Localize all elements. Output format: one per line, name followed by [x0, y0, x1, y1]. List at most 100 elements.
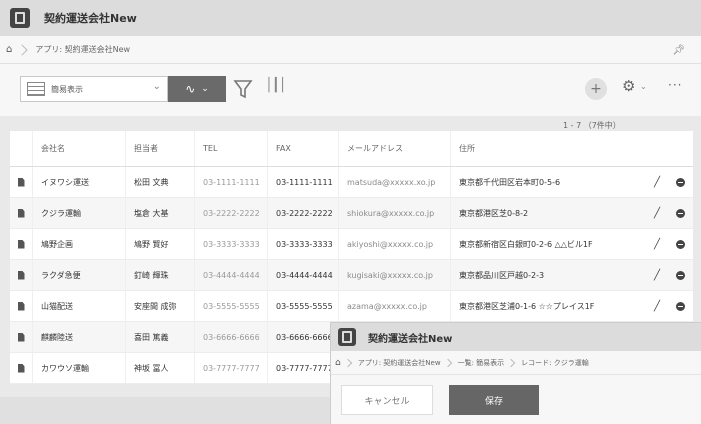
record-breadcrumb: ⌂ アプリ: 契約運送会社New 一覧: 簡易表示 レコード: クジラ運輸 — [331, 351, 701, 375]
record-window-header: 契約運送会社New — [331, 323, 701, 351]
tel-cell: 03-7777-7777 — [194, 353, 267, 383]
column-header[interactable]: 会社名 — [32, 131, 125, 166]
delete-icon[interactable] — [676, 270, 685, 280]
chevron-right-icon — [506, 358, 516, 367]
fax-cell: 03-1111-1111 — [267, 167, 338, 197]
person-cell: 塩倉 大基 — [125, 198, 194, 228]
fax-cell: 03-7777-7777 — [267, 353, 338, 383]
pin-icon[interactable]: 📌︎ — [672, 45, 685, 56]
address-cell: 東京都港区芝0-8-2 — [450, 198, 646, 228]
chevron-right-icon — [343, 358, 352, 367]
bar-chart-icon[interactable]: │┃│ — [265, 78, 287, 93]
chevron-down-icon[interactable]: ⌄ — [640, 82, 647, 91]
fax-cell: 03-3333-3333 — [267, 229, 338, 259]
person-cell: 松田 文典 — [125, 167, 194, 197]
breadcrumb: ⌂ アプリ: 契約運送会社New 📌︎ — [0, 36, 701, 64]
document-icon[interactable] — [17, 270, 25, 280]
fax-cell: 03-5555-5555 — [267, 291, 338, 321]
delete-icon[interactable] — [676, 301, 685, 311]
edit-icon[interactable]: ╱ — [654, 301, 660, 312]
edit-icon[interactable]: ╱ — [654, 177, 660, 188]
breadcrumb-view[interactable]: 一覧: 簡易表示 — [458, 358, 505, 368]
person-cell: 鳩野 賢好 — [125, 229, 194, 259]
record-detail-icon-cell[interactable] — [10, 353, 32, 383]
edit-icon[interactable]: ╱ — [654, 208, 660, 219]
row-actions: ╱ — [646, 291, 693, 321]
address-cell: 東京都品川区戸越0-2-3 — [450, 260, 646, 290]
record-detail-icon-cell[interactable] — [10, 291, 32, 321]
tel-cell: 03-5555-5555 — [194, 291, 267, 321]
column-header[interactable]: メールアドレス — [338, 131, 450, 166]
graph-icon: ∿ — [185, 82, 196, 96]
fax-cell: 03-6666-6666 — [267, 322, 338, 352]
view-selector-label: 簡易表示 — [51, 84, 83, 94]
more-options-icon[interactable]: ··· — [668, 78, 682, 92]
company-cell: 鳩野企画 — [32, 229, 125, 259]
address-cell: 東京都千代田区岩本町0-5-6 — [450, 167, 646, 197]
delete-icon[interactable] — [676, 208, 685, 218]
filter-icon[interactable] — [233, 78, 253, 100]
email-cell: akiyoshi@xxxxx.co.jp — [338, 229, 450, 259]
row-actions: ╱ — [646, 260, 693, 290]
column-header[interactable]: FAX — [267, 131, 338, 166]
column-header[interactable]: 住所 — [450, 131, 646, 166]
header-spacer — [10, 131, 32, 166]
table-row[interactable]: イヌワシ運送 松田 文典 03-1111-1111 03-1111-1111 matsu… — [10, 167, 693, 198]
document-icon[interactable] — [17, 332, 25, 342]
breadcrumb-app[interactable]: アプリ: 契約運送会社New — [35, 44, 130, 55]
table-view-icon — [27, 82, 45, 96]
tel-cell: 03-1111-1111 — [194, 167, 267, 197]
record-window-title: 契約運送会社New — [368, 333, 453, 345]
document-icon[interactable] — [17, 208, 25, 218]
document-icon[interactable] — [17, 301, 25, 311]
table-row[interactable]: ラクダ急便 釘崎 輝珠 03-4444-4444 03-4444-4444 kugisa… — [10, 260, 693, 291]
add-record-button[interactable]: + — [585, 78, 607, 100]
company-cell: クジラ運輸 — [32, 198, 125, 228]
breadcrumb-app[interactable]: アプリ: 契約運送会社New — [358, 358, 441, 368]
email-cell: kugisaki@xxxxx.co.jp — [338, 260, 450, 290]
edit-icon[interactable]: ╱ — [654, 239, 660, 250]
record-detail-icon-cell[interactable] — [10, 229, 32, 259]
table-row[interactable]: 鳩野企画 鳩野 賢好 03-3333-3333 03-3333-3333 akiyosh… — [10, 229, 693, 260]
gear-icon[interactable]: ⚙ — [622, 77, 635, 95]
save-button[interactable]: 保存 — [449, 385, 539, 415]
chevron-right-icon — [16, 43, 29, 56]
graph-menu-button[interactable]: ∿ ⌄ — [168, 76, 226, 102]
view-selector[interactable]: 簡易表示 ⌄ — [20, 76, 168, 102]
record-detail-icon-cell[interactable] — [10, 167, 32, 197]
table-row[interactable]: 山猫配送 安座間 成弥 03-5555-5555 03-5555-5555 azama@… — [10, 291, 693, 322]
document-icon[interactable] — [17, 177, 25, 187]
chevron-down-icon: ⌄ — [152, 81, 161, 92]
plus-icon: + — [590, 81, 602, 97]
row-actions: ╱ — [646, 198, 693, 228]
app-header: 契約運送会社New — [0, 0, 701, 36]
column-header[interactable]: 担当者 — [125, 131, 194, 166]
header-spacer — [646, 131, 693, 166]
address-cell: 東京都港区芝浦0-1-6 ☆☆プレイス1F — [450, 291, 646, 321]
record-detail-icon-cell[interactable] — [10, 198, 32, 228]
delete-icon[interactable] — [676, 177, 685, 187]
home-icon[interactable]: ⌂ — [335, 358, 341, 368]
record-edit-window: 契約運送会社New ⌂ アプリ: 契約運送会社New 一覧: 簡易表示 レコード… — [330, 322, 701, 424]
delete-icon[interactable] — [676, 239, 685, 249]
table-row[interactable]: クジラ運輸 塩倉 大基 03-2222-2222 03-2222-2222 shioku… — [10, 198, 693, 229]
fax-cell: 03-2222-2222 — [267, 198, 338, 228]
edit-icon[interactable]: ╱ — [654, 270, 660, 281]
company-cell: ラクダ急便 — [32, 260, 125, 290]
home-icon[interactable]: ⌂ — [6, 44, 12, 55]
column-header[interactable]: TEL — [194, 131, 267, 166]
email-cell: shiokura@xxxxx.co.jp — [338, 198, 450, 228]
document-icon[interactable] — [17, 239, 25, 249]
person-cell: 釘崎 輝珠 — [125, 260, 194, 290]
record-detail-icon-cell[interactable] — [10, 322, 32, 352]
document-icon[interactable] — [17, 363, 25, 373]
app-icon — [338, 328, 356, 346]
tel-cell: 03-3333-3333 — [194, 229, 267, 259]
app-icon — [10, 8, 30, 28]
row-actions: ╱ — [646, 167, 693, 197]
table-header-row: 会社名 担当者 TEL FAX メールアドレス 住所 — [10, 131, 693, 167]
company-cell: 麒麟陸送 — [32, 322, 125, 352]
record-detail-icon-cell[interactable] — [10, 260, 32, 290]
person-cell: 神坂 冨人 — [125, 353, 194, 383]
cancel-button[interactable]: キャンセル — [341, 385, 433, 415]
